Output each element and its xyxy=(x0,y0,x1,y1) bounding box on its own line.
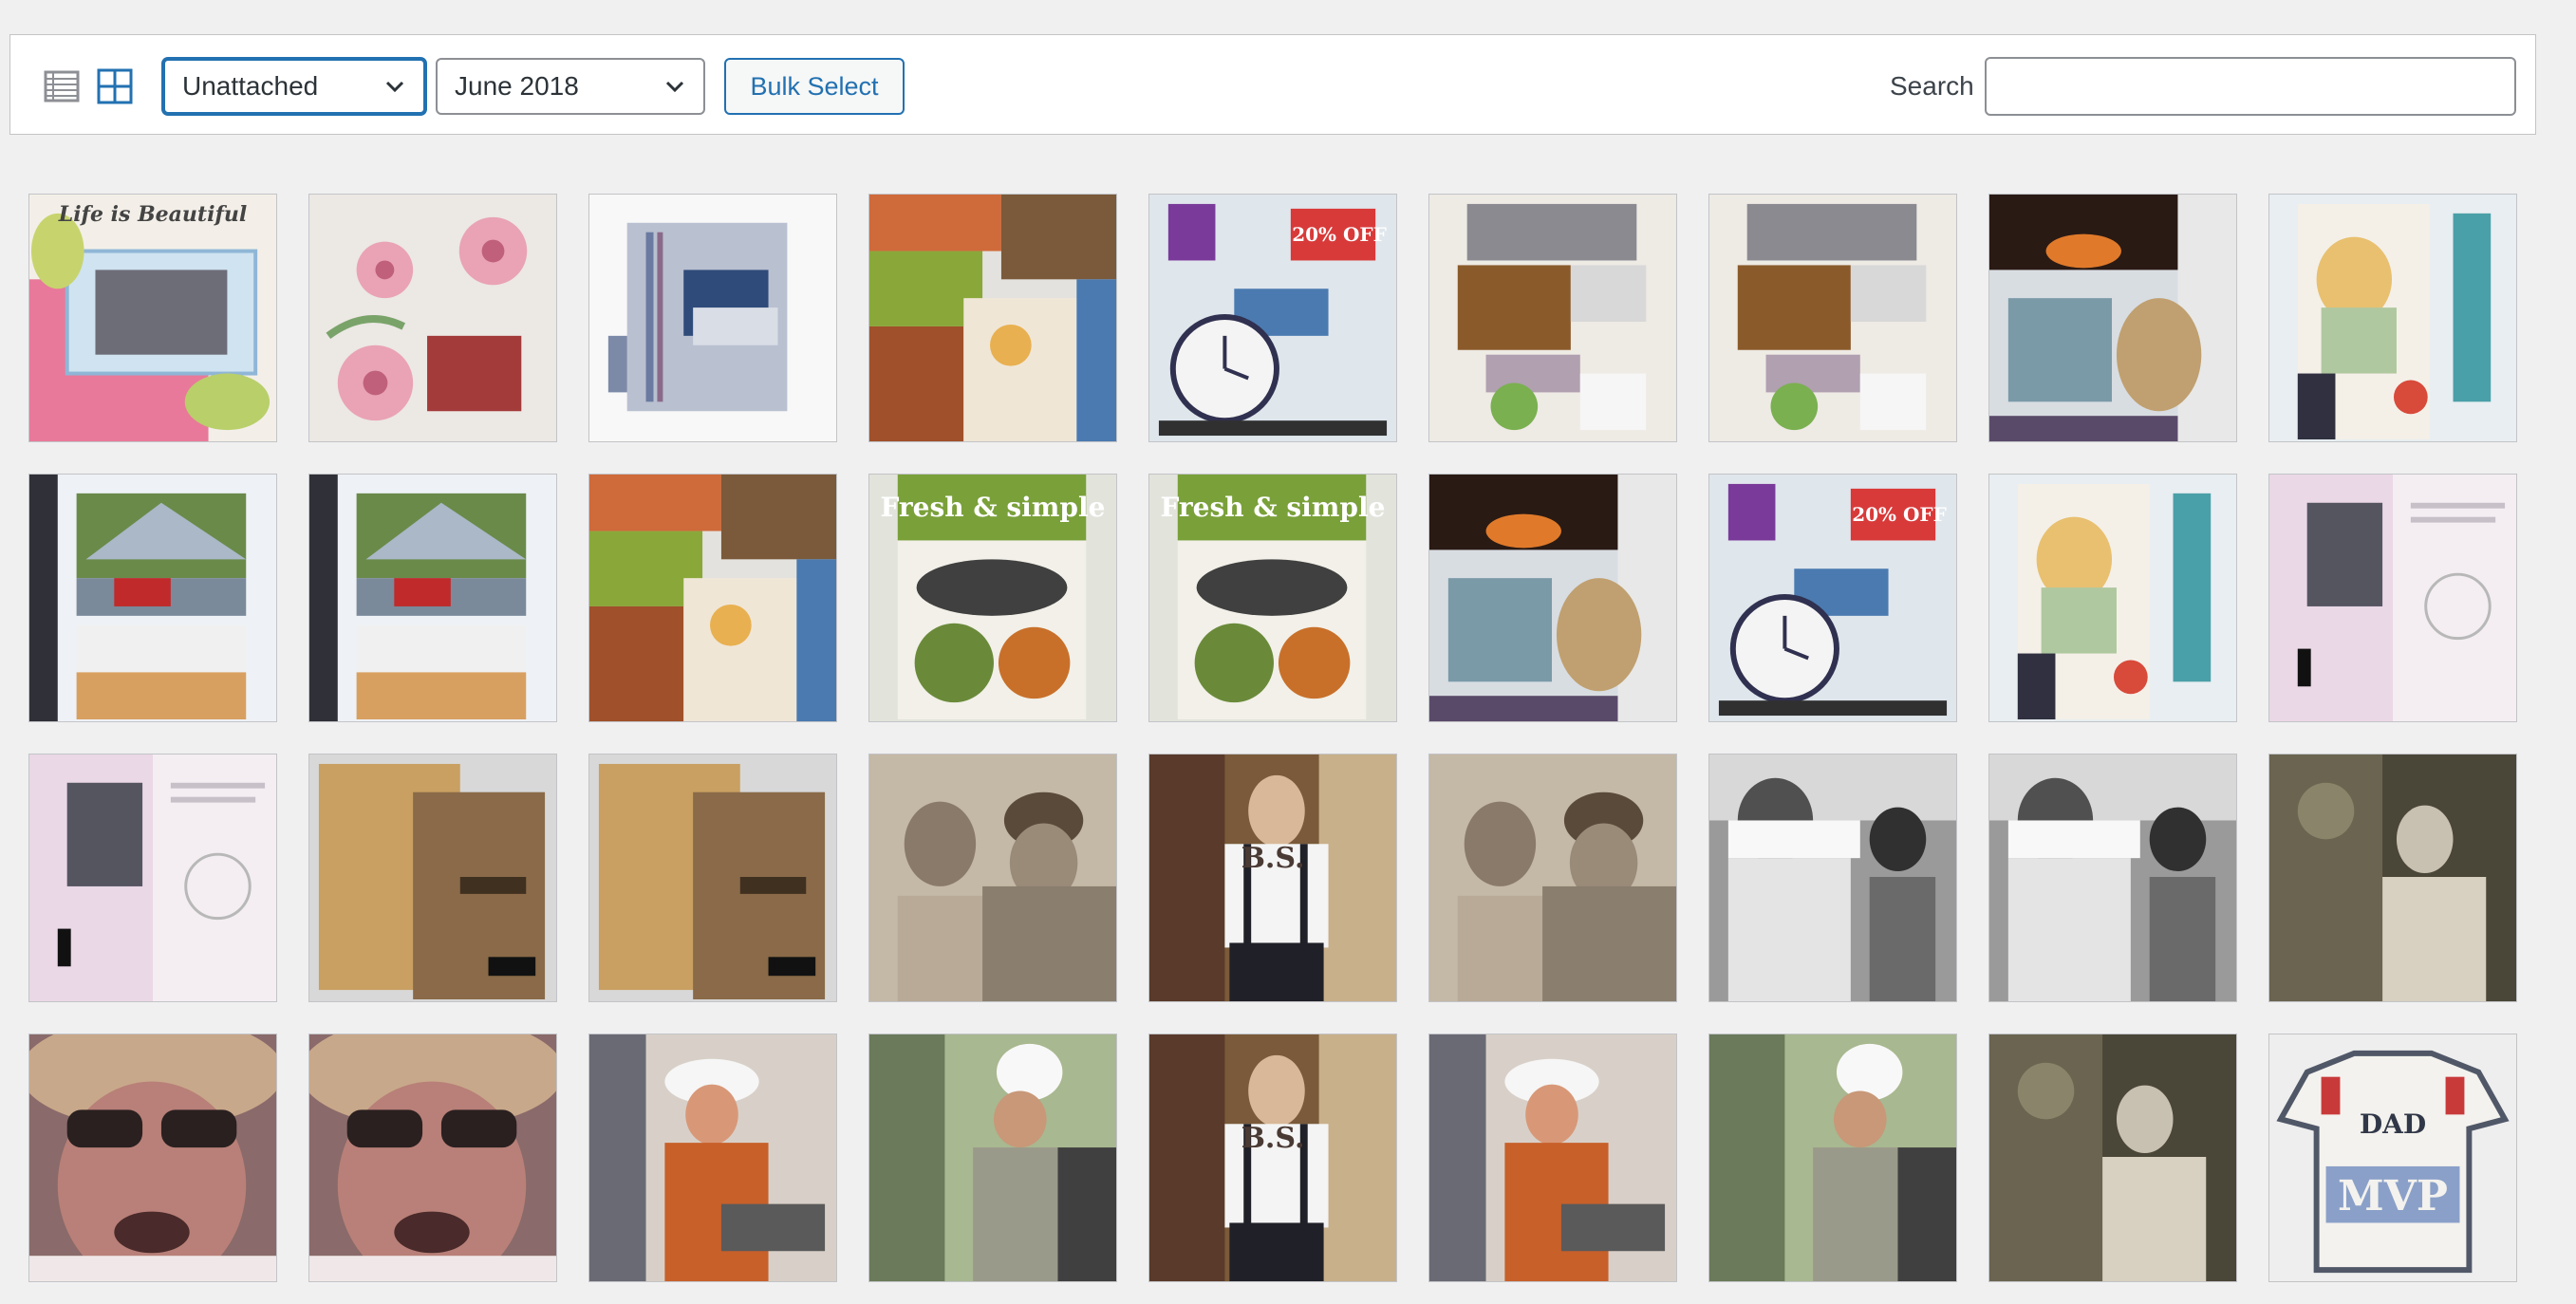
thumbnail-image xyxy=(1709,754,1956,1001)
media-thumbnail[interactable] xyxy=(868,194,1117,442)
media-thumbnail[interactable]: 20% OFF xyxy=(1148,194,1397,442)
thumbnail-image xyxy=(1429,195,1676,441)
thumbnail-image xyxy=(1989,754,2236,1001)
thumbnail-image xyxy=(2269,754,2516,1001)
thumbnail-image xyxy=(1709,1034,1956,1281)
media-thumbnail[interactable] xyxy=(588,1034,837,1282)
thumbnail-caption: B.S. xyxy=(1241,1122,1305,1155)
media-toolbar: Unattached June 2018 Bulk Select Search xyxy=(9,34,2536,135)
media-thumbnail[interactable] xyxy=(588,474,837,722)
media-thumbnail[interactable] xyxy=(308,194,557,442)
thumbnail-image xyxy=(309,475,556,721)
media-thumbnail[interactable] xyxy=(1428,194,1677,442)
media-thumbnail[interactable] xyxy=(1988,754,2237,1002)
media-thumbnail[interactable] xyxy=(1708,754,1957,1002)
thumbnail-image xyxy=(29,195,276,441)
thumbnail-image xyxy=(589,1034,836,1281)
thumbnail-image xyxy=(29,754,276,1001)
thumbnail-image xyxy=(1989,195,2236,441)
thumbnail-image xyxy=(309,1034,556,1281)
thumbnail-image xyxy=(1429,475,1676,721)
media-thumbnail[interactable] xyxy=(1708,194,1957,442)
thumbnail-image xyxy=(869,1034,1116,1281)
media-thumbnail[interactable] xyxy=(28,754,277,1002)
media-thumbnail[interactable]: Fresh & simple xyxy=(868,474,1117,722)
media-thumbnail[interactable] xyxy=(868,754,1117,1002)
thumbnail-image xyxy=(1149,754,1396,1001)
media-thumbnail[interactable] xyxy=(308,474,557,722)
thumbnail-caption: DAD xyxy=(2359,1108,2427,1140)
chevron-down-icon xyxy=(385,81,404,93)
bulk-select-button[interactable]: Bulk Select xyxy=(724,58,905,115)
media-thumbnail[interactable]: B.S. xyxy=(1148,754,1397,1002)
media-type-filter-value: Unattached xyxy=(182,71,319,101)
thumbnail-caption: 20% OFF xyxy=(1852,503,1947,526)
thumbnail-image xyxy=(29,475,276,721)
media-thumbnail[interactable] xyxy=(28,474,277,722)
media-thumbnail[interactable] xyxy=(588,754,837,1002)
thumbnail-image xyxy=(1989,1034,2236,1281)
media-thumbnail[interactable] xyxy=(2268,754,2517,1002)
media-thumbnail[interactable]: 20% OFF xyxy=(1708,474,1957,722)
media-thumbnail[interactable] xyxy=(868,1034,1117,1282)
thumbnail-image xyxy=(2269,475,2516,721)
media-thumbnail[interactable] xyxy=(28,1034,277,1282)
thumbnail-image xyxy=(2269,195,2516,441)
thumbnail-caption: B.S. xyxy=(1241,842,1305,875)
date-filter[interactable]: June 2018 xyxy=(436,58,705,115)
media-thumbnail[interactable]: Fresh & simple xyxy=(1148,474,1397,722)
media-grid: Life is Beautiful 20% OFF Fresh & simple… xyxy=(28,194,2517,1282)
media-thumbnail[interactable]: Life is Beautiful xyxy=(28,194,277,442)
thumbnail-image xyxy=(309,754,556,1001)
media-thumbnail[interactable]: DAD MVP xyxy=(2268,1034,2517,1282)
thumbnail-image xyxy=(1429,1034,1676,1281)
thumbnail-caption: Fresh & simple xyxy=(1160,492,1386,523)
media-thumbnail[interactable] xyxy=(1988,194,2237,442)
grid-view-icon[interactable] xyxy=(96,67,134,105)
media-thumbnail[interactable] xyxy=(308,1034,557,1282)
media-thumbnail[interactable] xyxy=(1428,474,1677,722)
thumbnail-image xyxy=(29,1034,276,1281)
media-thumbnail[interactable] xyxy=(588,194,837,442)
thumbnail-image xyxy=(589,195,836,441)
media-thumbnail[interactable] xyxy=(308,754,557,1002)
media-thumbnail[interactable]: B.S. xyxy=(1148,1034,1397,1282)
chevron-down-icon xyxy=(665,81,684,93)
thumbnail-caption: Fresh & simple xyxy=(880,492,1106,523)
media-thumbnail[interactable] xyxy=(2268,194,2517,442)
thumbnail-image xyxy=(1709,195,1956,441)
thumbnail-caption: 20% OFF xyxy=(1292,223,1387,246)
thumbnail-image xyxy=(1429,754,1676,1001)
thumbnail-caption: MVP xyxy=(2338,1172,2448,1220)
thumbnail-image xyxy=(1989,475,2236,721)
media-thumbnail[interactable] xyxy=(2268,474,2517,722)
thumbnail-image xyxy=(1149,1034,1396,1281)
media-thumbnail[interactable] xyxy=(1988,1034,2237,1282)
thumbnail-image xyxy=(869,195,1116,441)
media-thumbnail[interactable] xyxy=(1988,474,2237,722)
thumbnail-image xyxy=(589,754,836,1001)
thumbnail-image xyxy=(2269,1034,2516,1281)
thumbnail-image xyxy=(589,475,836,721)
search-input[interactable] xyxy=(1985,57,2516,116)
media-type-filter[interactable]: Unattached xyxy=(162,58,426,115)
search-label: Search xyxy=(1890,71,1974,101)
thumbnail-image xyxy=(869,754,1116,1001)
media-thumbnail[interactable] xyxy=(1708,1034,1957,1282)
date-filter-value: June 2018 xyxy=(455,71,579,101)
media-thumbnail[interactable] xyxy=(1428,754,1677,1002)
list-view-icon[interactable] xyxy=(43,67,81,105)
thumbnail-caption: Life is Beautiful xyxy=(58,202,248,227)
media-thumbnail[interactable] xyxy=(1428,1034,1677,1282)
thumbnail-image xyxy=(309,195,556,441)
